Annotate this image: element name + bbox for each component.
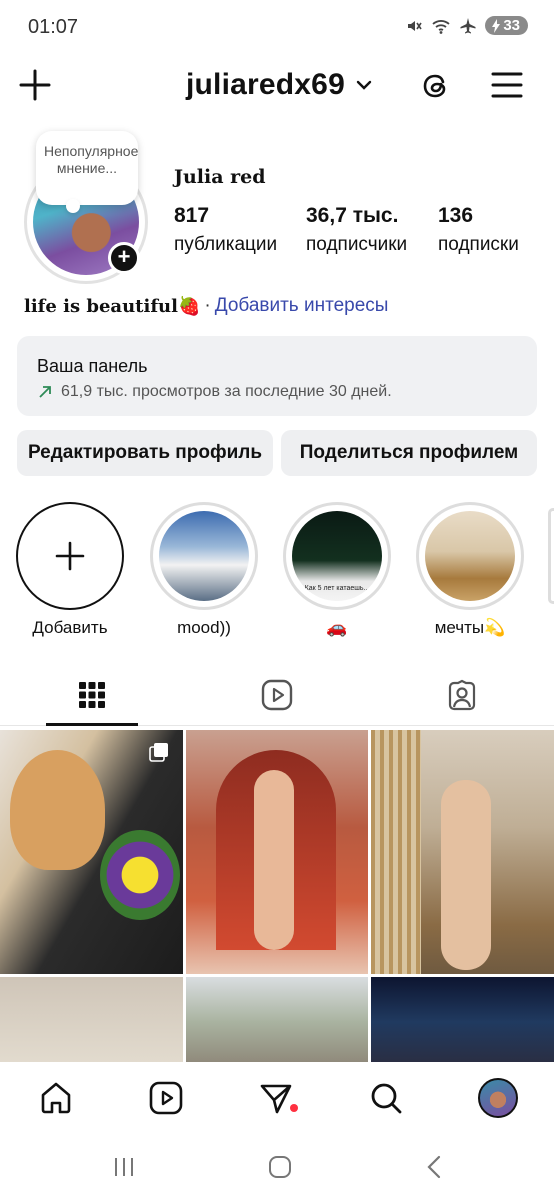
highlight-ring bbox=[150, 502, 258, 610]
profile-avatar-icon bbox=[478, 1078, 518, 1118]
back-chevron-icon bbox=[427, 1155, 441, 1179]
dashboard-subtitle: 61,9 тыс. просмотров за последние 30 дне… bbox=[61, 383, 392, 400]
bio-separator: · bbox=[204, 295, 211, 316]
post-subject bbox=[10, 750, 105, 870]
post-thumbnail[interactable] bbox=[186, 977, 368, 1067]
nav-search[interactable] bbox=[366, 1078, 406, 1118]
tagged-person-icon bbox=[448, 679, 476, 711]
top-app-bar: juliaredx69 bbox=[0, 62, 554, 114]
post-thumbnail[interactable] bbox=[371, 977, 554, 1067]
menu-icon[interactable] bbox=[490, 70, 524, 100]
grid-icon bbox=[79, 682, 105, 708]
note-bubble[interactable]: Непопулярное мнение... bbox=[36, 131, 139, 213]
highlight-label: mood)) bbox=[177, 618, 231, 637]
recent-apps-icon bbox=[115, 1158, 133, 1176]
reels-icon bbox=[149, 1081, 183, 1115]
home-circle-icon bbox=[269, 1156, 291, 1178]
trend-up-icon bbox=[39, 386, 51, 398]
highlight-ring bbox=[416, 502, 524, 610]
highlight-label: 🚗 bbox=[326, 618, 348, 637]
direct-message-icon bbox=[260, 1084, 292, 1114]
stat-posts-label: публикации bbox=[174, 234, 278, 255]
system-navigation-bar bbox=[0, 1134, 554, 1200]
active-tab-indicator bbox=[46, 723, 138, 726]
nav-home[interactable] bbox=[36, 1078, 76, 1118]
stat-posts[interactable]: 817 публикации bbox=[174, 204, 277, 256]
post-thumbnail[interactable] bbox=[371, 730, 554, 974]
stat-followers-label: подписчики bbox=[306, 234, 408, 255]
note-text: Непопулярное мнение... bbox=[44, 143, 139, 176]
highlight-cover bbox=[159, 511, 249, 601]
highlight-label: Добавить bbox=[32, 618, 108, 637]
post-subject bbox=[100, 830, 180, 920]
create-plus-icon[interactable] bbox=[18, 68, 52, 102]
post-subject bbox=[254, 770, 294, 950]
charging-icon bbox=[492, 18, 501, 33]
highlight-cover bbox=[425, 511, 515, 601]
recent-apps-button[interactable] bbox=[104, 1152, 144, 1182]
status-time: 01:07 bbox=[28, 16, 79, 38]
tab-tagged[interactable] bbox=[416, 664, 508, 726]
threads-icon[interactable] bbox=[418, 68, 454, 104]
professional-dashboard[interactable]: Ваша панель 61,9 тыс. просмотров за посл… bbox=[17, 336, 537, 416]
tab-posts-grid[interactable] bbox=[46, 664, 138, 726]
battery-indicator: 33 bbox=[485, 16, 528, 35]
dashboard-subtitle-row: 61,9 тыс. просмотров за последние 30 дне… bbox=[37, 383, 517, 401]
highlight-item[interactable]: mood)) bbox=[150, 502, 258, 638]
highlight-add-circle bbox=[16, 502, 124, 610]
carousel-icon bbox=[149, 743, 168, 762]
mute-icon bbox=[408, 20, 422, 31]
bottom-navigation bbox=[0, 1062, 554, 1134]
add-interests-link[interactable]: Добавить интересы bbox=[215, 295, 389, 317]
account-switcher[interactable]: juliaredx69 bbox=[186, 68, 373, 102]
highlight-cover: Как 5 лет катаешь... bbox=[292, 511, 382, 601]
reels-icon bbox=[261, 679, 293, 711]
stat-posts-value: 817 bbox=[174, 204, 210, 227]
post-thumbnail[interactable] bbox=[0, 730, 183, 974]
stat-following-label: подписки bbox=[438, 234, 519, 255]
search-icon bbox=[371, 1083, 402, 1114]
status-bar: 01:07 33 bbox=[0, 0, 554, 56]
bio: life is beautiful🍓 · Добавить интересы bbox=[24, 295, 388, 317]
edit-profile-button[interactable]: Редактировать профиль bbox=[17, 430, 273, 476]
post-subject bbox=[441, 780, 491, 970]
display-name: Julia red bbox=[174, 166, 266, 188]
post-subject bbox=[371, 730, 421, 974]
home-button[interactable] bbox=[260, 1152, 300, 1182]
stat-following-value: 136 bbox=[438, 204, 474, 227]
dashboard-title: Ваша панель bbox=[37, 356, 148, 376]
airplane-icon bbox=[460, 17, 476, 33]
battery-level: 33 bbox=[503, 17, 520, 34]
highlight-overflow-edge bbox=[548, 508, 554, 604]
add-story-plus-icon[interactable]: + bbox=[108, 242, 140, 274]
highlight-item[interactable]: Как 5 лет катаешь... 🚗 bbox=[283, 502, 391, 638]
highlight-item[interactable]: мечты💫 bbox=[416, 502, 524, 638]
status-icons: 33 bbox=[405, 16, 528, 35]
stat-following[interactable]: 136 подписки bbox=[438, 204, 519, 256]
stat-followers[interactable]: 36,7 тыс. подписчики bbox=[306, 204, 407, 256]
highlight-label: мечты💫 bbox=[434, 618, 506, 637]
profile-tabs bbox=[0, 664, 554, 726]
home-icon bbox=[41, 1082, 71, 1114]
wifi-icon bbox=[432, 19, 450, 34]
username: juliaredx69 bbox=[186, 68, 345, 101]
plus-icon bbox=[55, 541, 85, 571]
back-button[interactable] bbox=[414, 1152, 454, 1182]
stat-followers-value: 36,7 тыс. bbox=[306, 204, 399, 227]
nav-reels[interactable] bbox=[146, 1078, 186, 1118]
notification-dot bbox=[290, 1104, 298, 1112]
highlight-ring: Как 5 лет катаешь... bbox=[283, 502, 391, 610]
highlight-caption: Как 5 лет катаешь... bbox=[304, 585, 370, 592]
highlight-add[interactable]: Добавить bbox=[16, 502, 124, 638]
nav-messages[interactable] bbox=[256, 1078, 296, 1118]
tab-reels[interactable] bbox=[231, 664, 323, 726]
post-thumbnail[interactable] bbox=[186, 730, 368, 974]
post-thumbnail[interactable] bbox=[0, 977, 183, 1067]
share-profile-button[interactable]: Поделиться профилем bbox=[281, 430, 537, 476]
nav-profile[interactable] bbox=[478, 1078, 518, 1118]
bio-text: life is beautiful🍓 bbox=[24, 295, 201, 317]
chevron-down-icon bbox=[356, 80, 372, 90]
